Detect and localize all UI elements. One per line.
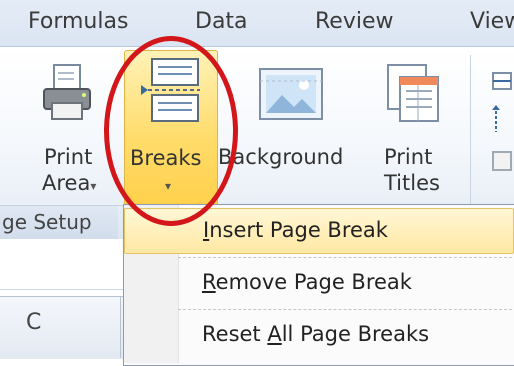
width-icon: [492, 72, 512, 90]
print-area-label-line1: Print: [44, 145, 93, 169]
menu-item-label: Insert Page Break: [203, 218, 388, 242]
column-divider: [120, 296, 121, 358]
height-icon: [492, 105, 500, 132]
scale-icon: [492, 151, 512, 171]
menu-separator: [178, 309, 512, 310]
ribbon-tab-bar: Formulas Data Review View: [0, 0, 514, 47]
tab-view[interactable]: View: [470, 9, 514, 34]
menu-separator: [178, 257, 512, 258]
background-button[interactable]: Background: [218, 55, 368, 200]
dropdown-arrow-icon: ▾: [90, 179, 97, 193]
print-titles-icon: [387, 64, 439, 122]
print-area-label-line2: Area▾: [42, 171, 97, 195]
menu-item-label: Reset All Page Breaks: [202, 322, 430, 346]
tab-review[interactable]: Review: [315, 9, 394, 34]
menu-item-label: Remove Page Break: [202, 270, 412, 294]
print-titles-button[interactable]: Print Titles: [370, 55, 460, 200]
column-header-c[interactable]: C: [26, 310, 41, 335]
tab-data[interactable]: Data: [195, 9, 248, 34]
ribbon-group-separator: [470, 55, 471, 220]
page-setup-group-label: ge Setup: [0, 205, 120, 239]
print-titles-label-line1: Print: [384, 145, 433, 169]
background-image-icon: [259, 68, 323, 120]
annotation-circle: [104, 36, 238, 226]
printer-icon: [43, 64, 91, 120]
print-area-button[interactable]: Print Area▾: [20, 55, 115, 200]
menu-item-reset-all-page-breaks[interactable]: Reset All Page Breaks: [124, 313, 514, 359]
print-titles-label-line2: Titles: [384, 171, 440, 195]
tab-formulas[interactable]: Formulas: [28, 9, 128, 34]
menu-item-remove-page-break[interactable]: Remove Page Break: [124, 261, 514, 307]
scale-to-fit-icons: [490, 70, 514, 190]
